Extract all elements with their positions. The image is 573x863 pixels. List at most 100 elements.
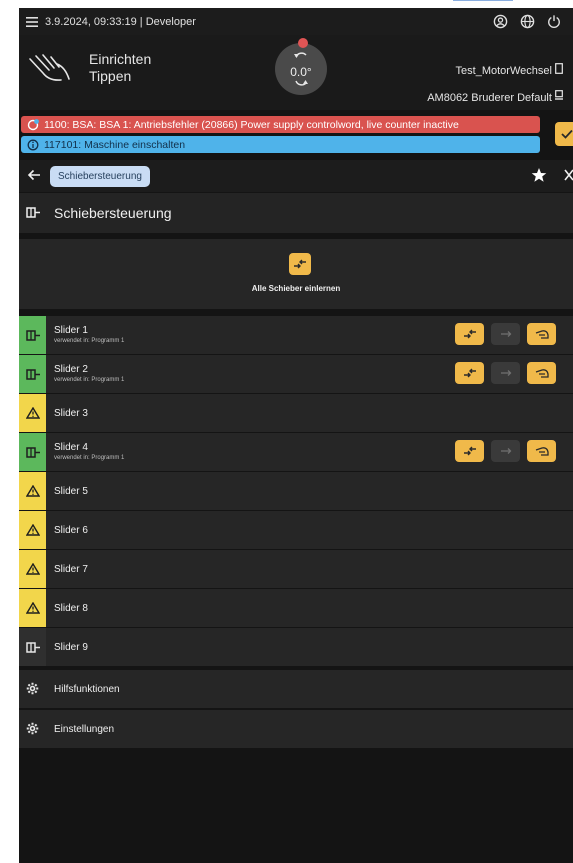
info-alarm-banner[interactable]: 117101: Maschine einschalten: [21, 136, 540, 153]
warning-icon: [25, 407, 40, 419]
teach-in-icon: [294, 259, 306, 269]
status-ok-bar: [19, 316, 46, 354]
teach-slider-button[interactable]: [455, 440, 484, 462]
dial-indicator: [298, 38, 308, 48]
auxiliary-functions-item[interactable]: Hilfsfunktionen: [19, 670, 573, 708]
app-frame: 3.9.2024, 09:33:19 | Developer Einrichte…: [19, 8, 573, 863]
check-icon: [561, 129, 573, 139]
program-info: Test_MotorWechsel AM8062 Bruderer Defaul…: [427, 58, 563, 112]
teach-in-icon: [463, 368, 476, 378]
error-cycle-icon: [27, 118, 39, 130]
extra-functions: Hilfsfunktionen Einstellungen: [19, 670, 573, 750]
machine-icon[interactable]: [555, 90, 563, 101]
program-name: Test_MotorWechsel: [455, 65, 552, 77]
slider-control-icon: [25, 329, 40, 341]
slider-name: Slider 1: [54, 325, 88, 336]
move-slider-button[interactable]: [491, 323, 520, 345]
language-globe-icon[interactable]: [520, 14, 535, 29]
slider-row[interactable]: Slider 9: [19, 628, 573, 666]
move-arrow-icon: [500, 370, 511, 376]
navigation-bar: Schiebersteuerung: [19, 160, 573, 192]
hand-icon: [535, 446, 549, 456]
teach-slider-button[interactable]: [455, 323, 484, 345]
hand-icon: [535, 329, 549, 339]
status-warning-bar: [19, 394, 46, 432]
slider-control-icon: [25, 641, 40, 653]
document-icon[interactable]: [555, 63, 563, 74]
slider-row[interactable]: Slider 2 verwendet in: Programm 1: [19, 355, 573, 393]
top-bar: 3.9.2024, 09:33:19 | Developer: [19, 8, 573, 35]
menu-item-label: Hilfsfunktionen: [54, 684, 120, 695]
menu-item-label: Einstellungen: [54, 724, 115, 735]
settings-item[interactable]: Einstellungen: [19, 710, 573, 748]
teach-all-button[interactable]: [289, 253, 311, 275]
move-slider-button[interactable]: [491, 362, 520, 384]
section-header: Schiebersteuerung: [19, 193, 573, 233]
warning-icon: [25, 524, 40, 536]
hand-icon: [535, 368, 549, 378]
status-inactive-bar: [19, 628, 46, 666]
teach-in-icon: [463, 329, 476, 339]
close-icon[interactable]: [564, 169, 573, 181]
slider-name: Slider 9: [54, 642, 88, 653]
slider-name: Slider 4: [54, 442, 88, 453]
warning-icon: [25, 485, 40, 497]
top-bar-title: 3.9.2024, 09:33:19 | Developer: [45, 15, 196, 28]
slider-name: Slider 8: [54, 603, 88, 614]
slider-name: Slider 3: [54, 408, 88, 419]
status-warning-bar: [19, 589, 46, 627]
warning-icon: [25, 602, 40, 614]
status-warning-bar: [19, 550, 46, 588]
tip-mode-hand-icon: [29, 54, 70, 81]
slider-usage: verwendet in: Programm 1: [54, 338, 125, 344]
info-icon: [27, 139, 39, 150]
gear-icon: [26, 722, 39, 735]
slider-row[interactable]: Slider 5: [19, 472, 573, 510]
teach-all-card: Alle Schieber einlernen: [19, 239, 573, 309]
user-account-icon[interactable]: [493, 14, 508, 29]
status-ok-bar: [19, 433, 46, 471]
manual-jog-button[interactable]: [527, 440, 556, 462]
slider-row[interactable]: Slider 1 verwendet in: Programm 1: [19, 316, 573, 354]
error-alarm-text: 1100: BSA: BSA 1: Antriebsfehler (20866)…: [44, 118, 459, 131]
slider-usage: verwendet in: Programm 1: [54, 377, 125, 383]
slider-name: Slider 5: [54, 486, 88, 497]
status-warning-bar: [19, 511, 46, 549]
slider-row[interactable]: Slider 6: [19, 511, 573, 549]
menu-icon[interactable]: [25, 16, 39, 27]
slider-row[interactable]: Slider 4 verwendet in: Programm 1: [19, 433, 573, 471]
back-arrow-icon[interactable]: [27, 168, 41, 182]
slider-row[interactable]: Slider 8: [19, 589, 573, 627]
power-icon[interactable]: [547, 14, 561, 29]
machine-header: Einrichten Tippen 0.0° Test_MotorWechsel…: [19, 35, 573, 110]
move-arrow-icon: [500, 448, 511, 454]
acknowledge-alarms-button[interactable]: [555, 122, 573, 146]
status-warning-bar: [19, 472, 46, 510]
warning-icon: [25, 563, 40, 575]
manual-jog-button[interactable]: [527, 362, 556, 384]
rotate-ccw-icon: [294, 52, 307, 58]
info-alarm-text: 117101: Maschine einschalten: [44, 138, 186, 151]
slider-row[interactable]: Slider 3: [19, 394, 573, 432]
operating-mode: Einrichten Tippen: [89, 51, 151, 85]
teach-all-label: Alle Schieber einlernen: [251, 284, 341, 293]
section-title: Schiebersteuerung: [54, 205, 172, 221]
submode-label: Tippen: [89, 68, 132, 84]
breadcrumb[interactable]: Schiebersteuerung: [50, 166, 150, 187]
slider-control-icon: [25, 446, 40, 458]
move-arrow-icon: [500, 331, 511, 337]
slider-list: Slider 1 verwendet in: Programm 1 Slider…: [19, 316, 573, 667]
favorite-star-icon[interactable]: [531, 167, 547, 183]
manual-jog-button[interactable]: [527, 323, 556, 345]
window-edge: [453, 0, 513, 4]
error-alarm-banner[interactable]: 1100: BSA: BSA 1: Antriebsfehler (20866)…: [21, 116, 540, 133]
slider-row[interactable]: Slider 7: [19, 550, 573, 588]
slider-name: Slider 6: [54, 525, 88, 536]
slider-name: Slider 7: [54, 564, 88, 575]
dial-angle-value: 0.0°: [290, 65, 312, 79]
move-slider-button[interactable]: [491, 440, 520, 462]
teach-slider-button[interactable]: [455, 362, 484, 384]
rotate-cw-icon: [295, 80, 308, 86]
machine-config-name: AM8062 Bruderer Default: [427, 92, 552, 104]
teach-in-icon: [463, 446, 476, 456]
